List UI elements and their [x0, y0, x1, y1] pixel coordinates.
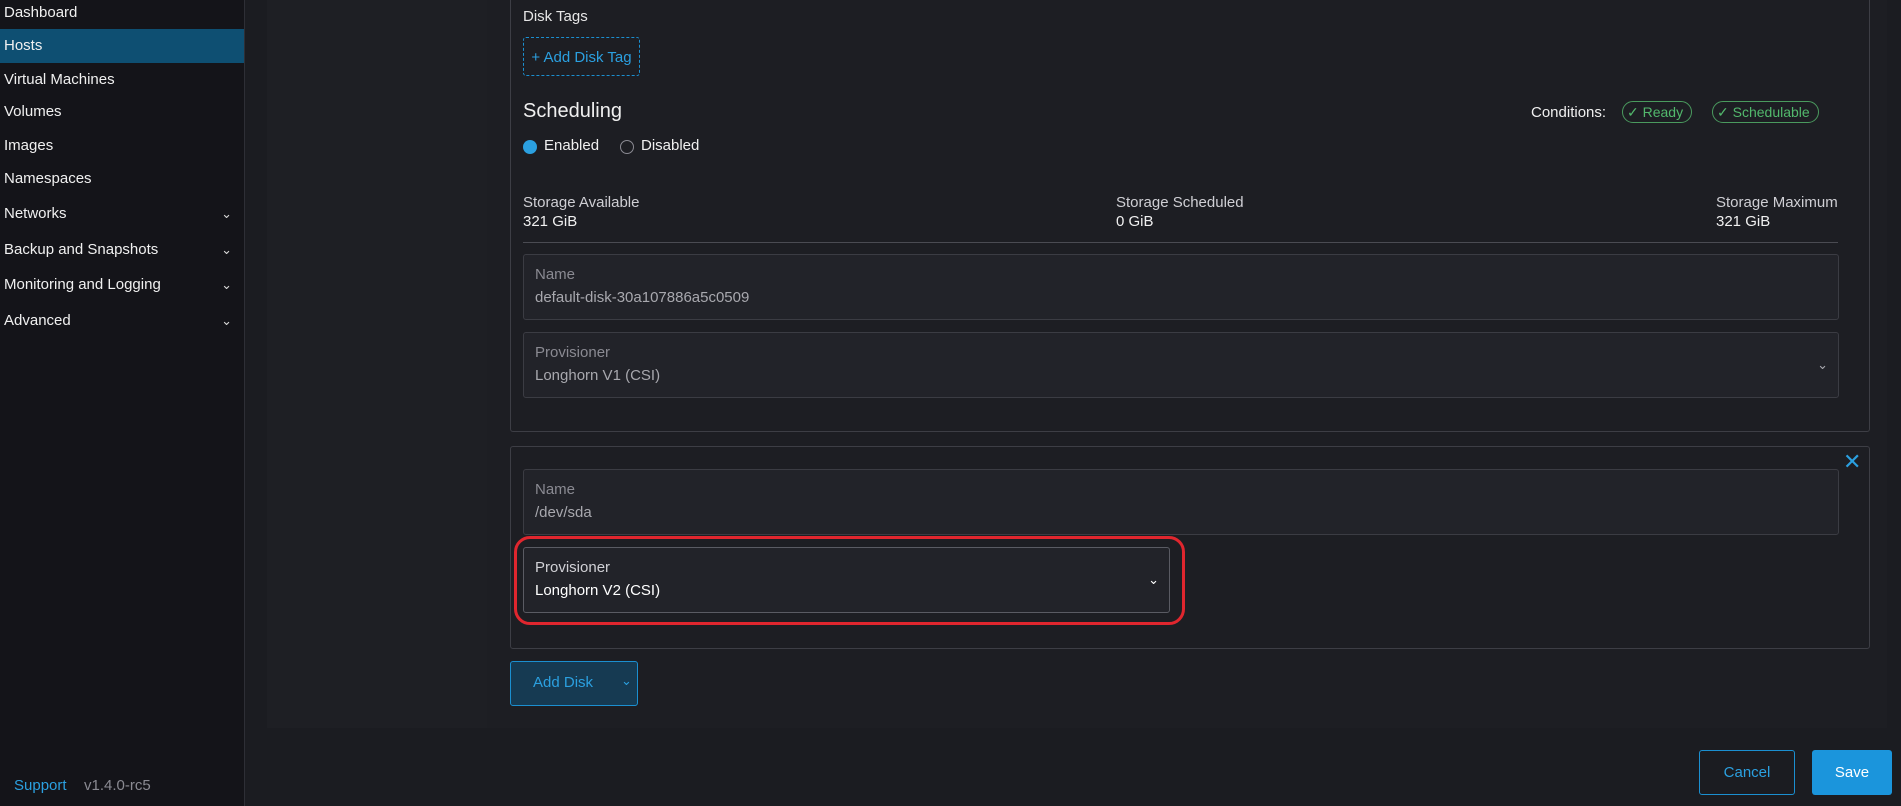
field-label: Name — [535, 481, 576, 498]
sidebar-item-label: Hosts — [4, 37, 43, 54]
conditions-label: Conditions: — [1531, 104, 1607, 121]
chevron-down-icon[interactable]: ⌄ — [621, 673, 632, 689]
add-disk-label: Add Disk — [533, 674, 594, 691]
scheduling-enabled-radio[interactable] — [523, 140, 537, 154]
save-button[interactable]: Save — [1812, 750, 1892, 795]
sidebar-item-volumes[interactable]: Volumes — [0, 95, 244, 129]
field-value: Longhorn V1 (CSI) — [535, 367, 661, 384]
sidebar-item-namespaces[interactable]: Namespaces — [0, 162, 244, 196]
sidebar-item-dashboard[interactable]: Dashboard — [0, 0, 244, 30]
sidebar-item-label: Volumes — [4, 103, 62, 120]
sidebar-item-label: Networks — [4, 205, 67, 222]
scheduling-disabled-radio[interactable] — [620, 140, 634, 154]
badge-label: Schedulable — [1732, 104, 1810, 120]
close-icon[interactable]: ✕ — [1843, 449, 1861, 475]
scheduling-disabled-label: Disabled — [641, 137, 700, 154]
chevron-down-icon: ⌄ — [221, 313, 232, 328]
sidebar-item-label: Dashboard — [4, 4, 78, 21]
host-detail-tabs-panel — [267, 0, 487, 728]
storage-maximum-label: Storage Maximum — [1716, 194, 1838, 211]
field-label: Name — [535, 266, 576, 283]
sidebar-item-images[interactable]: Images — [0, 129, 244, 163]
chevron-down-icon: ⌄ — [221, 277, 232, 292]
field-label: Provisioner — [535, 344, 611, 361]
sidebar-item-label: Backup and Snapshots — [4, 241, 159, 258]
sidebar-item-label: Advanced — [4, 312, 71, 329]
add-disk-tag-button[interactable]: + Add Disk Tag — [523, 37, 640, 76]
field-value: default-disk-30a107886a5c0509 — [535, 289, 750, 306]
field-value: /dev/sda — [535, 504, 592, 521]
disk-name-field[interactable]: Name default-disk-30a107886a5c0509 — [523, 254, 1839, 320]
sidebar-item-hosts[interactable]: Hosts — [0, 29, 244, 63]
sidebar-item-label: Virtual Machines — [4, 71, 115, 88]
check-icon: ✓ — [1627, 104, 1639, 120]
chevron-down-icon: ⌄ — [221, 242, 232, 257]
sidebar-item-advanced[interactable]: Advanced ⌄ — [0, 304, 244, 338]
version-label: v1.4.0-rc5 — [84, 777, 151, 794]
sidebar-item-label: Images — [4, 137, 54, 154]
scheduling-enabled-label: Enabled — [544, 137, 600, 154]
storage-available-label: Storage Available — [523, 194, 640, 211]
storage-scheduled-label: Storage Scheduled — [1116, 194, 1244, 211]
sidebar-item-backup-and-snapshots[interactable]: Backup and Snapshots ⌄ — [0, 233, 244, 267]
support-link[interactable]: Support — [14, 777, 67, 794]
chevron-down-icon: ⌄ — [221, 206, 232, 221]
disk-provisioner-select[interactable]: Provisioner Longhorn V1 (CSI) ⌄ — [523, 332, 1839, 398]
badge-label: Ready — [1642, 104, 1684, 120]
divider — [523, 242, 1838, 243]
disk-tags-label: Disk Tags — [523, 8, 588, 25]
new-disk-name-field[interactable]: Name /dev/sda — [523, 469, 1839, 535]
sidebar-item-label: Monitoring and Logging — [4, 276, 161, 293]
status-badge-ready: ✓ Ready — [1622, 101, 1693, 123]
storage-maximum-value: 321 GiB — [1716, 213, 1771, 230]
check-icon: ✓ — [1717, 104, 1729, 120]
status-badge-schedulable: ✓ Schedulable — [1712, 101, 1819, 123]
highlight-annotation — [514, 536, 1185, 625]
cancel-button[interactable]: Cancel — [1699, 750, 1795, 795]
chevron-down-icon: ⌄ — [1817, 357, 1828, 372]
scheduling-title: Scheduling — [523, 100, 622, 122]
sidebar: Dashboard Hosts Virtual Machines Volumes… — [0, 0, 245, 806]
storage-scheduled-value: 0 GiB — [1116, 213, 1154, 230]
sidebar-item-virtual-machines[interactable]: Virtual Machines — [0, 63, 244, 97]
sidebar-item-networks[interactable]: Networks ⌄ — [0, 197, 244, 231]
sidebar-item-monitoring-and-logging[interactable]: Monitoring and Logging ⌄ — [0, 268, 244, 302]
storage-available-value: 321 GiB — [523, 213, 578, 230]
sidebar-item-label: Namespaces — [4, 170, 92, 187]
add-disk-button[interactable]: Add Disk ⌄ — [510, 661, 638, 706]
